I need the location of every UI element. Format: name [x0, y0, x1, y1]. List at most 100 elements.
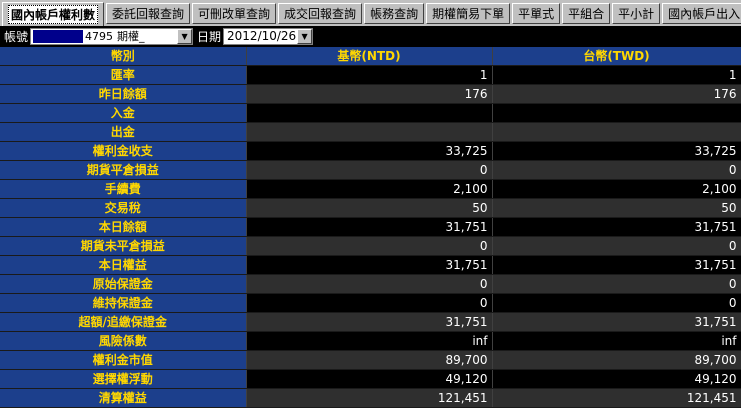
table-row[interactable]: 期貨平倉損益 0 0	[0, 160, 741, 180]
row-label: 風險係數	[0, 331, 247, 351]
ntd-value: inf	[246, 331, 493, 351]
ntd-value: 49,120	[246, 369, 493, 389]
ntd-value: 0	[246, 274, 493, 294]
row-label: 權利金收支	[0, 141, 247, 161]
row-label: 匯率	[0, 65, 247, 85]
table-row[interactable]: 入金	[0, 103, 741, 123]
ntd-value: 31,751	[246, 217, 493, 237]
table-row[interactable]: 本日權益 31,751 31,751	[0, 255, 741, 275]
tab-bar: 國內帳戶權利數 委託回報查詢 可刪改單查詢 成交回報查詢 帳務查詢 期權簡易下單…	[0, 0, 741, 26]
chevron-down-icon[interactable]: ▼	[297, 28, 313, 44]
tab-account-query[interactable]: 帳務查詢	[364, 3, 425, 24]
ntd-value: 0	[246, 236, 493, 256]
account-select[interactable]: 4795 期權_ ▼	[30, 27, 194, 45]
row-label: 權利金市值	[0, 350, 247, 370]
date-label: 日期	[197, 29, 222, 44]
twd-value: 33,725	[492, 141, 741, 161]
tab-close-single[interactable]: 平單式	[512, 3, 561, 24]
twd-value	[492, 103, 741, 123]
ntd-value	[246, 122, 493, 142]
table-row[interactable]: 匯率 1 1	[0, 65, 741, 85]
tab-trade-report-query[interactable]: 成交回報查詢	[278, 3, 363, 24]
chevron-down-icon[interactable]: ▼	[177, 28, 193, 44]
tab-order-report-query[interactable]: 委託回報查詢	[106, 3, 191, 24]
table-row[interactable]: 交易稅 50 50	[0, 198, 741, 218]
tab-domestic-account-transfer[interactable]: 國內帳戶出入	[662, 3, 741, 24]
column-header-currency: 幣別	[0, 47, 247, 66]
row-label: 選擇權浮動	[0, 369, 247, 389]
twd-value: 0	[492, 274, 741, 294]
table-row[interactable]: 原始保證金 0 0	[0, 274, 741, 294]
row-label: 手續費	[0, 179, 247, 199]
row-label: 出金	[0, 122, 247, 142]
row-label: 維持保證金	[0, 293, 247, 313]
ntd-value: 2,100	[246, 179, 493, 199]
date-select[interactable]: 2012/10/26 ▼	[223, 27, 314, 45]
account-redaction	[33, 29, 84, 43]
ntd-value: 33,725	[246, 141, 493, 161]
table-row[interactable]: 維持保證金 0 0	[0, 293, 741, 313]
table-row[interactable]: 出金	[0, 122, 741, 142]
ntd-value: 1	[246, 65, 493, 85]
twd-value: 176	[492, 84, 741, 104]
ntd-value	[246, 103, 493, 123]
table-row[interactable]: 本日餘額 31,751 31,751	[0, 217, 741, 237]
twd-value: 31,751	[492, 217, 741, 237]
twd-value: 121,451	[492, 388, 741, 408]
account-number: 4795	[85, 29, 114, 43]
twd-value: 0	[492, 293, 741, 313]
twd-value: 50	[492, 198, 741, 218]
row-label: 交易稅	[0, 198, 247, 218]
ntd-value: 50	[246, 198, 493, 218]
twd-value	[492, 122, 741, 142]
account-rights-table: 幣別 基幣(NTD) 台幣(TWD) 匯率 1 1 昨日餘額 176 176 入金 出金 權利金…	[0, 47, 741, 408]
ntd-value: 31,751	[246, 312, 493, 332]
table-row[interactable]: 權利金收支 33,725 33,725	[0, 141, 741, 161]
table-row[interactable]: 超額/追繳保證金 31,751 31,751	[0, 312, 741, 332]
row-label: 入金	[0, 103, 247, 123]
query-toolbar: 帳號 4795 期權_ ▼ 日期 2012/10/26 ▼	[0, 26, 741, 46]
row-label: 期貨未平倉損益	[0, 236, 247, 256]
twd-value: 89,700	[492, 350, 741, 370]
date-value: 2012/10/26	[227, 29, 297, 43]
row-label: 昨日餘額	[0, 84, 247, 104]
ntd-value: 176	[246, 84, 493, 104]
tab-cancelable-order-query[interactable]: 可刪改單查詢	[192, 3, 277, 24]
twd-value: 31,751	[492, 255, 741, 275]
tab-simple-order[interactable]: 期權簡易下單	[426, 3, 511, 24]
row-label: 清算權益	[0, 388, 247, 408]
ntd-value: 0	[246, 160, 493, 180]
ntd-value: 89,700	[246, 350, 493, 370]
tab-label: 國內帳戶權利數	[8, 5, 99, 24]
twd-value: 31,751	[492, 312, 741, 332]
twd-value: 0	[492, 236, 741, 256]
row-label: 超額/追繳保證金	[0, 312, 247, 332]
row-label: 原始保證金	[0, 274, 247, 294]
ntd-value: 31,751	[246, 255, 493, 275]
tab-domestic-account-rights[interactable]: 國內帳戶權利數	[2, 2, 105, 26]
ntd-value: 0	[246, 293, 493, 313]
twd-value: 2,100	[492, 179, 741, 199]
account-type: 期權_	[117, 30, 145, 43]
twd-value: 0	[492, 160, 741, 180]
table-row[interactable]: 權利金市值 89,700 89,700	[0, 350, 741, 370]
table-row[interactable]: 風險係數 inf inf	[0, 331, 741, 351]
table-row[interactable]: 清算權益 121,451 121,451	[0, 388, 741, 408]
table-row[interactable]: 昨日餘額 176 176	[0, 84, 741, 104]
twd-value: inf	[492, 331, 741, 351]
twd-value: 49,120	[492, 369, 741, 389]
ntd-value: 121,451	[246, 388, 493, 408]
table-row[interactable]: 期貨未平倉損益 0 0	[0, 236, 741, 256]
column-header-twd: 台幣(TWD)	[492, 47, 741, 66]
table-row[interactable]: 選擇權浮動 49,120 49,120	[0, 369, 741, 389]
row-label: 本日權益	[0, 255, 247, 275]
column-header-ntd: 基幣(NTD)	[246, 47, 493, 66]
account-label: 帳號	[4, 29, 29, 44]
table-row[interactable]: 手續費 2,100 2,100	[0, 179, 741, 199]
tab-close-subtotal[interactable]: 平小計	[612, 3, 661, 24]
row-label: 本日餘額	[0, 217, 247, 237]
tab-close-combo[interactable]: 平組合	[562, 3, 611, 24]
twd-value: 1	[492, 65, 741, 85]
row-label: 期貨平倉損益	[0, 160, 247, 180]
table-header-row: 幣別 基幣(NTD) 台幣(TWD)	[0, 47, 741, 66]
